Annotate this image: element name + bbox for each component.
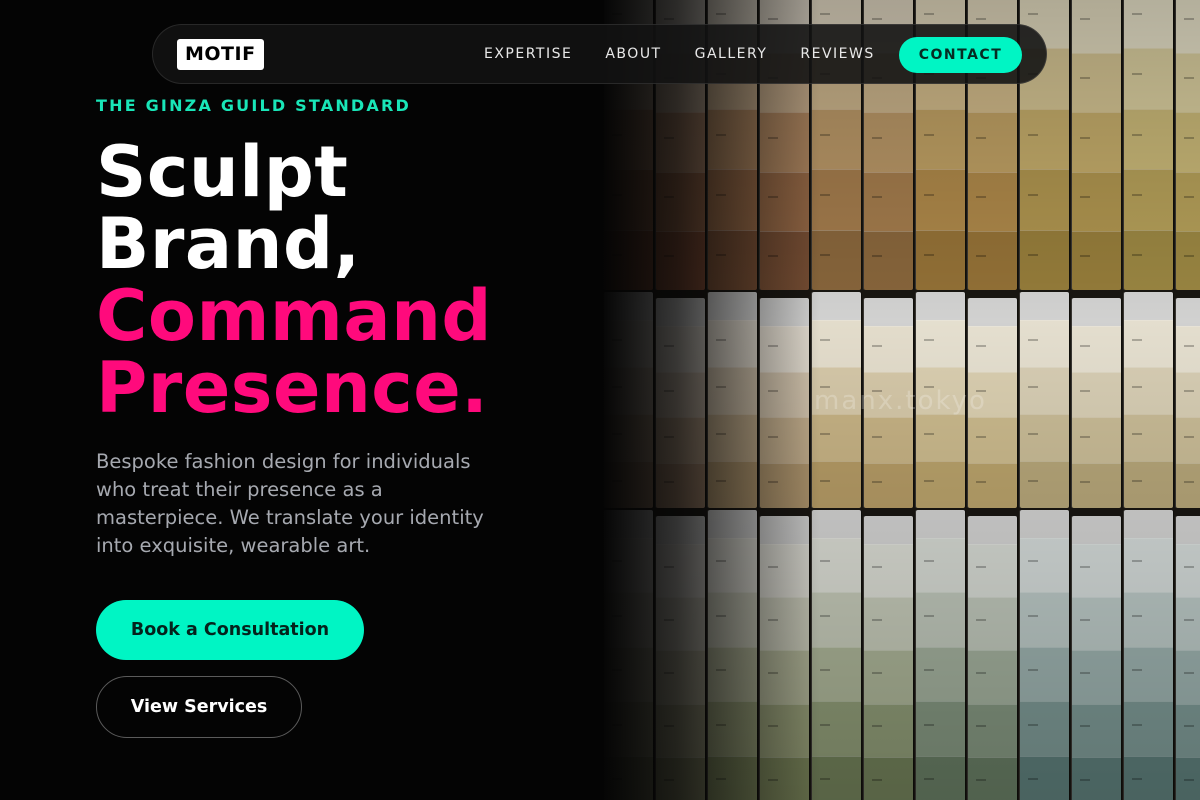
motif-logo[interactable]: MOTIF — [177, 39, 264, 70]
book-consultation-button[interactable]: Book a Consultation — [96, 600, 364, 660]
headline-line-1: Sculpt — [96, 131, 349, 213]
hero-image-swatch-wall: manx.tokyo — [600, 0, 1200, 800]
nav-link-about[interactable]: ABOUT — [605, 46, 661, 62]
top-navigation: MOTIF EXPERTISE ABOUT GALLERY REVIEWS CO… — [152, 24, 1047, 84]
headline-line-4: Presence. — [96, 347, 489, 429]
headline-line-3: Command — [96, 275, 493, 357]
hero-eyebrow: THE GINZA GUILD STANDARD — [96, 96, 411, 115]
view-services-button[interactable]: View Services — [96, 676, 302, 738]
hero-description: Bespoke fashion design for individuals w… — [96, 450, 484, 557]
nav-link-expertise[interactable]: EXPERTISE — [484, 46, 572, 62]
nav-link-gallery[interactable]: GALLERY — [695, 46, 768, 62]
contact-button[interactable]: CONTACT — [899, 37, 1022, 73]
nav-link-reviews[interactable]: REVIEWS — [800, 46, 874, 62]
headline-line-2: Brand, — [96, 203, 361, 285]
image-watermark: manx.tokyo — [814, 386, 987, 416]
nav-links: EXPERTISE ABOUT GALLERY REVIEWS — [484, 25, 908, 83]
image-fade-gradient — [600, 0, 820, 800]
hero-headline: Sculpt Brand, Command Presence. — [96, 136, 492, 424]
